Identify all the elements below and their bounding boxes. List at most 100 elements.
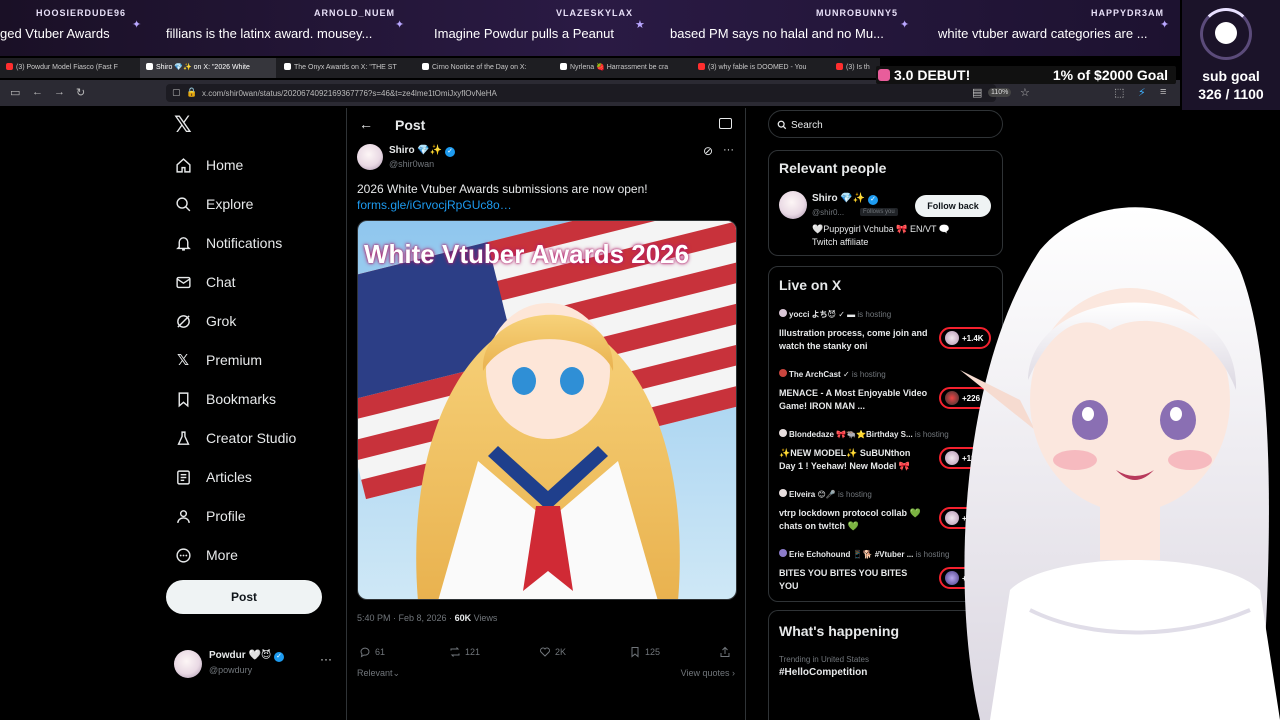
more-circle-icon — [174, 546, 192, 564]
avatar[interactable] — [779, 191, 807, 219]
repost-count: 121 — [465, 647, 481, 657]
more-icon[interactable]: ··· — [723, 144, 734, 156]
browser-tab[interactable]: Nyrlena 🍓 Harrassment be cra — [554, 58, 690, 78]
sub-goal-widget: sub goal 326 / 1100 — [1182, 0, 1280, 110]
ticker-user: HOOSIERDUDE96 — [36, 8, 127, 18]
ticker-message: fillians is the latinx award. mousey... — [166, 26, 373, 41]
reader-icon[interactable] — [719, 118, 732, 129]
tweet-timestamp[interactable]: 5:40 PM · Feb 8, 2026 · — [357, 613, 455, 623]
forward-icon[interactable]: → — [54, 86, 65, 98]
views-count: 60K — [454, 613, 472, 623]
reply-button[interactable]: 61 — [359, 646, 385, 658]
x-logo-icon[interactable]: 𝕏 — [174, 112, 192, 138]
bookmark-button[interactable]: 125 — [629, 646, 660, 658]
grok-icon[interactable]: ⊘ — [703, 144, 713, 158]
bell-icon — [174, 234, 192, 252]
browser-tab[interactable]: The Onyx Awards on X: "THE ST — [278, 58, 414, 78]
replies-filter[interactable]: Relevant⌄ — [357, 668, 400, 679]
tweet-link[interactable]: forms.gle/iGrvocjRpGUc8o… — [357, 198, 512, 212]
extensions-icon[interactable]: ⬚ — [1114, 86, 1124, 99]
account-switcher[interactable]: Powdur 🤍😈 ✓ @powdury ··· — [174, 648, 334, 682]
browser-tab[interactable]: (3) Powdur Model Fiasco (Fast F — [0, 58, 138, 78]
donation-goal: 1% of $2000 Goal — [1052, 67, 1168, 83]
ticker-message: ged Vtuber Awards — [0, 26, 110, 41]
share-button[interactable] — [719, 646, 735, 658]
nav-notifications[interactable]: Notifications — [174, 228, 282, 258]
repost-button[interactable]: 121 — [449, 646, 480, 658]
ticker-message: Imagine Powdur pulls a Peanut — [434, 26, 614, 41]
hosting-label: is hosting — [849, 370, 886, 379]
sub-goal-label: sub goal — [1202, 68, 1260, 84]
browser-tab[interactable]: Shiro 💎✨ on X: "2026 White — [140, 58, 276, 78]
live-host-name: Elveira 😊🎤 — [789, 490, 836, 499]
reply-count: 61 — [375, 647, 386, 657]
author-name[interactable]: Shiro 💎✨ ✓ — [389, 145, 456, 157]
views-label: Views — [471, 613, 498, 623]
live-title: ✨NEW MODEL✨ SuBUNthon Day 1 ! Yeehaw! Ne… — [779, 448, 911, 471]
live-host-name: Blondedaze 🎀🐃⭐Birthday S... — [789, 430, 913, 439]
author-name-text: Shiro 💎✨ — [389, 145, 443, 156]
nav-grok[interactable]: Grok — [174, 306, 236, 336]
nav-chat[interactable]: Chat — [174, 267, 236, 297]
avatar — [779, 489, 787, 497]
nav-profile[interactable]: Profile — [174, 501, 246, 531]
heart-icon — [540, 647, 550, 657]
avatar — [779, 429, 787, 437]
x-logo-icon: 𝕏 — [176, 352, 190, 369]
post-button[interactable]: Post — [166, 580, 322, 614]
nav-label: Premium — [206, 352, 263, 368]
browser-tab[interactable]: Cirno Nootice of the Day on X: — [416, 58, 552, 78]
avatar — [779, 309, 787, 317]
extension-icon[interactable]: ⚡ — [1138, 86, 1146, 99]
nav-home[interactable]: Home — [174, 150, 243, 180]
follows-you-badge: Follows you — [860, 208, 898, 216]
zoom-level[interactable]: 110% — [988, 88, 1012, 97]
bookmark-icon — [174, 390, 192, 408]
person-name[interactable]: Shiro 💎✨ ✓ — [812, 193, 879, 205]
nav-more[interactable]: More — [174, 540, 238, 570]
verified-badge-icon: ✓ — [445, 147, 456, 157]
live-host: Blondedaze 🎀🐃⭐Birthday S... is hosting — [779, 429, 949, 439]
home-icon — [174, 156, 192, 174]
view-quotes-link[interactable]: View quotes › — [681, 668, 735, 678]
nav-explore[interactable]: Explore — [174, 189, 253, 219]
sidebar-toggle-icon[interactable]: ▭ — [10, 86, 20, 99]
account-name: Powdur 🤍😈 ✓ — [209, 650, 285, 662]
back-icon[interactable]: ← — [32, 86, 43, 98]
star-icon[interactable]: ☆ — [1020, 86, 1030, 99]
nav-premium[interactable]: 𝕏 Premium — [174, 345, 262, 375]
menu-icon[interactable]: ≡ — [1160, 86, 1166, 98]
debut-label: 3.0 DEBUT! — [894, 67, 971, 83]
search-input[interactable]: Search — [768, 110, 1003, 138]
browser-tab[interactable]: (3) Is th — [830, 58, 880, 78]
search-icon — [174, 195, 192, 213]
search-icon — [777, 120, 787, 130]
browser-tab[interactable]: (3) why fable is DOOMED - You — [692, 58, 828, 78]
reload-icon[interactable]: ↻ — [76, 86, 85, 99]
live-host: yocci よち😈 ✓ ▬ is hosting — [779, 309, 891, 320]
nav-articles[interactable]: Articles — [174, 462, 252, 492]
nav-bookmarks[interactable]: Bookmarks — [174, 384, 276, 414]
author-handle[interactable]: @shir0wan — [389, 159, 434, 169]
live-title: Illustration process, come join and watc… — [779, 328, 928, 351]
reader-view-icon[interactable]: ▤ — [972, 86, 982, 99]
url-field[interactable]: ▢ 🔒 x.com/shir0wan/status/20206740921693… — [166, 84, 996, 102]
page-title: Post — [395, 117, 426, 133]
nav-creator-studio[interactable]: Creator Studio — [174, 423, 296, 453]
search-placeholder: Search — [791, 120, 823, 131]
avatar[interactable] — [357, 144, 383, 170]
nav-label: Chat — [206, 274, 236, 290]
debut-goal-banner: 3.0 DEBUT! 1% of $2000 Goal — [876, 66, 1176, 84]
back-arrow-icon[interactable]: ← — [359, 116, 373, 132]
tweet-image[interactable]: White Vtuber Awards 2026 — [357, 220, 737, 600]
nav-label: Home — [206, 157, 244, 173]
tweet-actions: 61 121 2K 125 — [359, 646, 739, 662]
star-icon: ★ — [635, 19, 645, 31]
live-host-name: The ArchCast ✓ — [789, 370, 850, 379]
x-logo-icon — [284, 63, 291, 70]
tab-title: (3) why fable is DOOMED - You — [708, 64, 807, 71]
trend-name: #HelloCompetition — [779, 667, 868, 678]
like-button[interactable]: 2K — [539, 646, 566, 658]
tab-title: Cirno Nootice of the Day on X: — [432, 64, 527, 71]
repost-icon — [450, 647, 460, 657]
